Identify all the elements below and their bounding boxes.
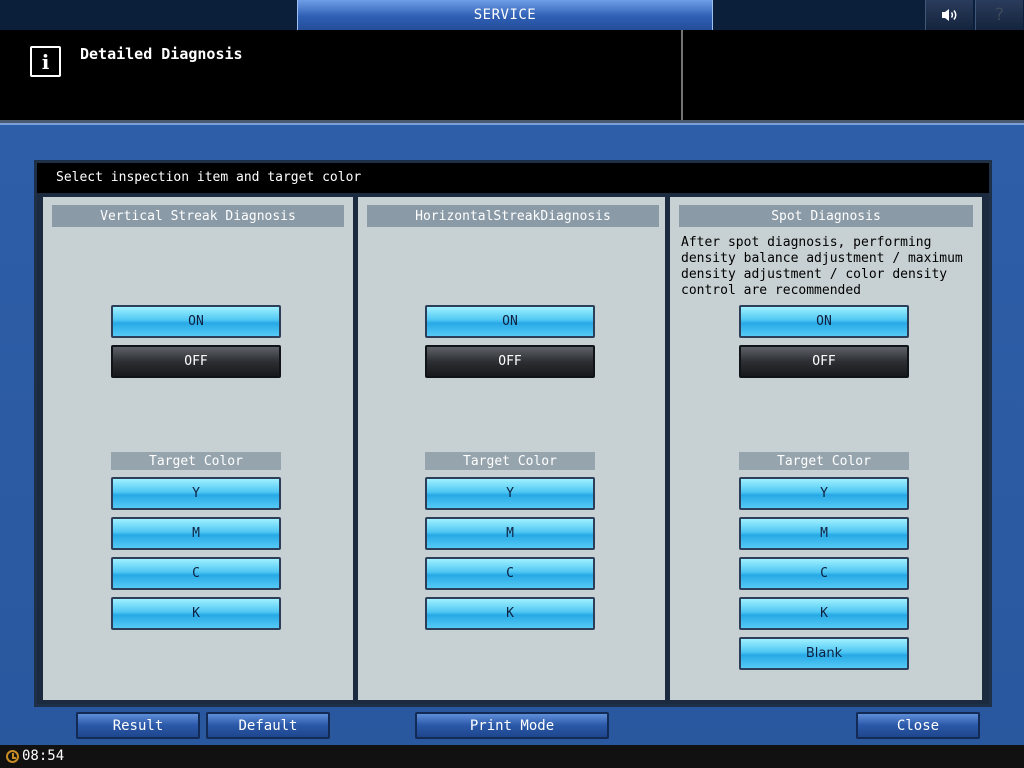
spot-description: After spot diagnosis, performing density… (681, 235, 963, 298)
horizontal-color-m-button[interactable]: M (425, 517, 595, 550)
close-button[interactable]: Close (856, 712, 980, 739)
result-button[interactable]: Result (76, 712, 200, 739)
top-bar: SERVICE ? (0, 0, 1024, 30)
horizontal-color-y-button[interactable]: Y (425, 477, 595, 510)
vertical-color-y-button[interactable]: Y (111, 477, 281, 510)
status-bar: 08:54 (0, 745, 1024, 768)
horizontal-color-k-button[interactable]: K (425, 597, 595, 630)
spot-color-y-button[interactable]: Y (739, 477, 909, 510)
horizontal-on-button[interactable]: ON (425, 305, 595, 338)
speaker-icon (941, 9, 956, 21)
default-button[interactable]: Default (206, 712, 330, 739)
clock-icon (6, 750, 19, 763)
horizontal-off-button[interactable]: OFF (425, 345, 595, 378)
spot-diagnosis-column: Spot Diagnosis After spot diagnosis, per… (670, 197, 982, 700)
clock-time: 08:54 (22, 748, 65, 764)
horizontal-color-c-button[interactable]: C (425, 557, 595, 590)
target-color-label: Target Color (425, 452, 595, 470)
info-icon: i (30, 46, 61, 77)
header-divider (681, 30, 683, 120)
main-panel: Select inspection item and target color … (0, 123, 1024, 745)
diagnosis-box: Select inspection item and target color … (34, 160, 992, 707)
vertical-on-button[interactable]: ON (111, 305, 281, 338)
spot-color-c-button[interactable]: C (739, 557, 909, 590)
vertical-streak-column: Vertical Streak Diagnosis ON OFF Target … (43, 197, 353, 700)
speaker-button[interactable] (925, 0, 973, 30)
help-button[interactable]: ? (975, 0, 1023, 30)
print-mode-button[interactable]: Print Mode (415, 712, 609, 739)
service-tab: SERVICE (297, 0, 713, 30)
spot-on-button[interactable]: ON (739, 305, 909, 338)
header: i Detailed Diagnosis (0, 30, 1024, 122)
column-title: Spot Diagnosis (679, 205, 973, 227)
spot-color-k-button[interactable]: K (739, 597, 909, 630)
target-color-label: Target Color (739, 452, 909, 470)
instruction-text: Select inspection item and target color (37, 163, 989, 193)
spot-color-blank-button[interactable]: Blank (739, 637, 909, 670)
column-title: Vertical Streak Diagnosis (52, 205, 344, 227)
spot-off-button[interactable]: OFF (739, 345, 909, 378)
vertical-color-c-button[interactable]: C (111, 557, 281, 590)
service-title: SERVICE (473, 7, 537, 23)
vertical-off-button[interactable]: OFF (111, 345, 281, 378)
help-icon: ? (994, 5, 1005, 25)
horizontal-streak-column: HorizontalStreakDiagnosis ON OFF Target … (358, 197, 665, 700)
target-color-label: Target Color (111, 452, 281, 470)
vertical-color-m-button[interactable]: M (111, 517, 281, 550)
spot-color-m-button[interactable]: M (739, 517, 909, 550)
column-title: HorizontalStreakDiagnosis (367, 205, 659, 227)
diagnosis-columns: Vertical Streak Diagnosis ON OFF Target … (37, 193, 989, 704)
vertical-color-k-button[interactable]: K (111, 597, 281, 630)
page-title: Detailed Diagnosis (80, 45, 243, 63)
